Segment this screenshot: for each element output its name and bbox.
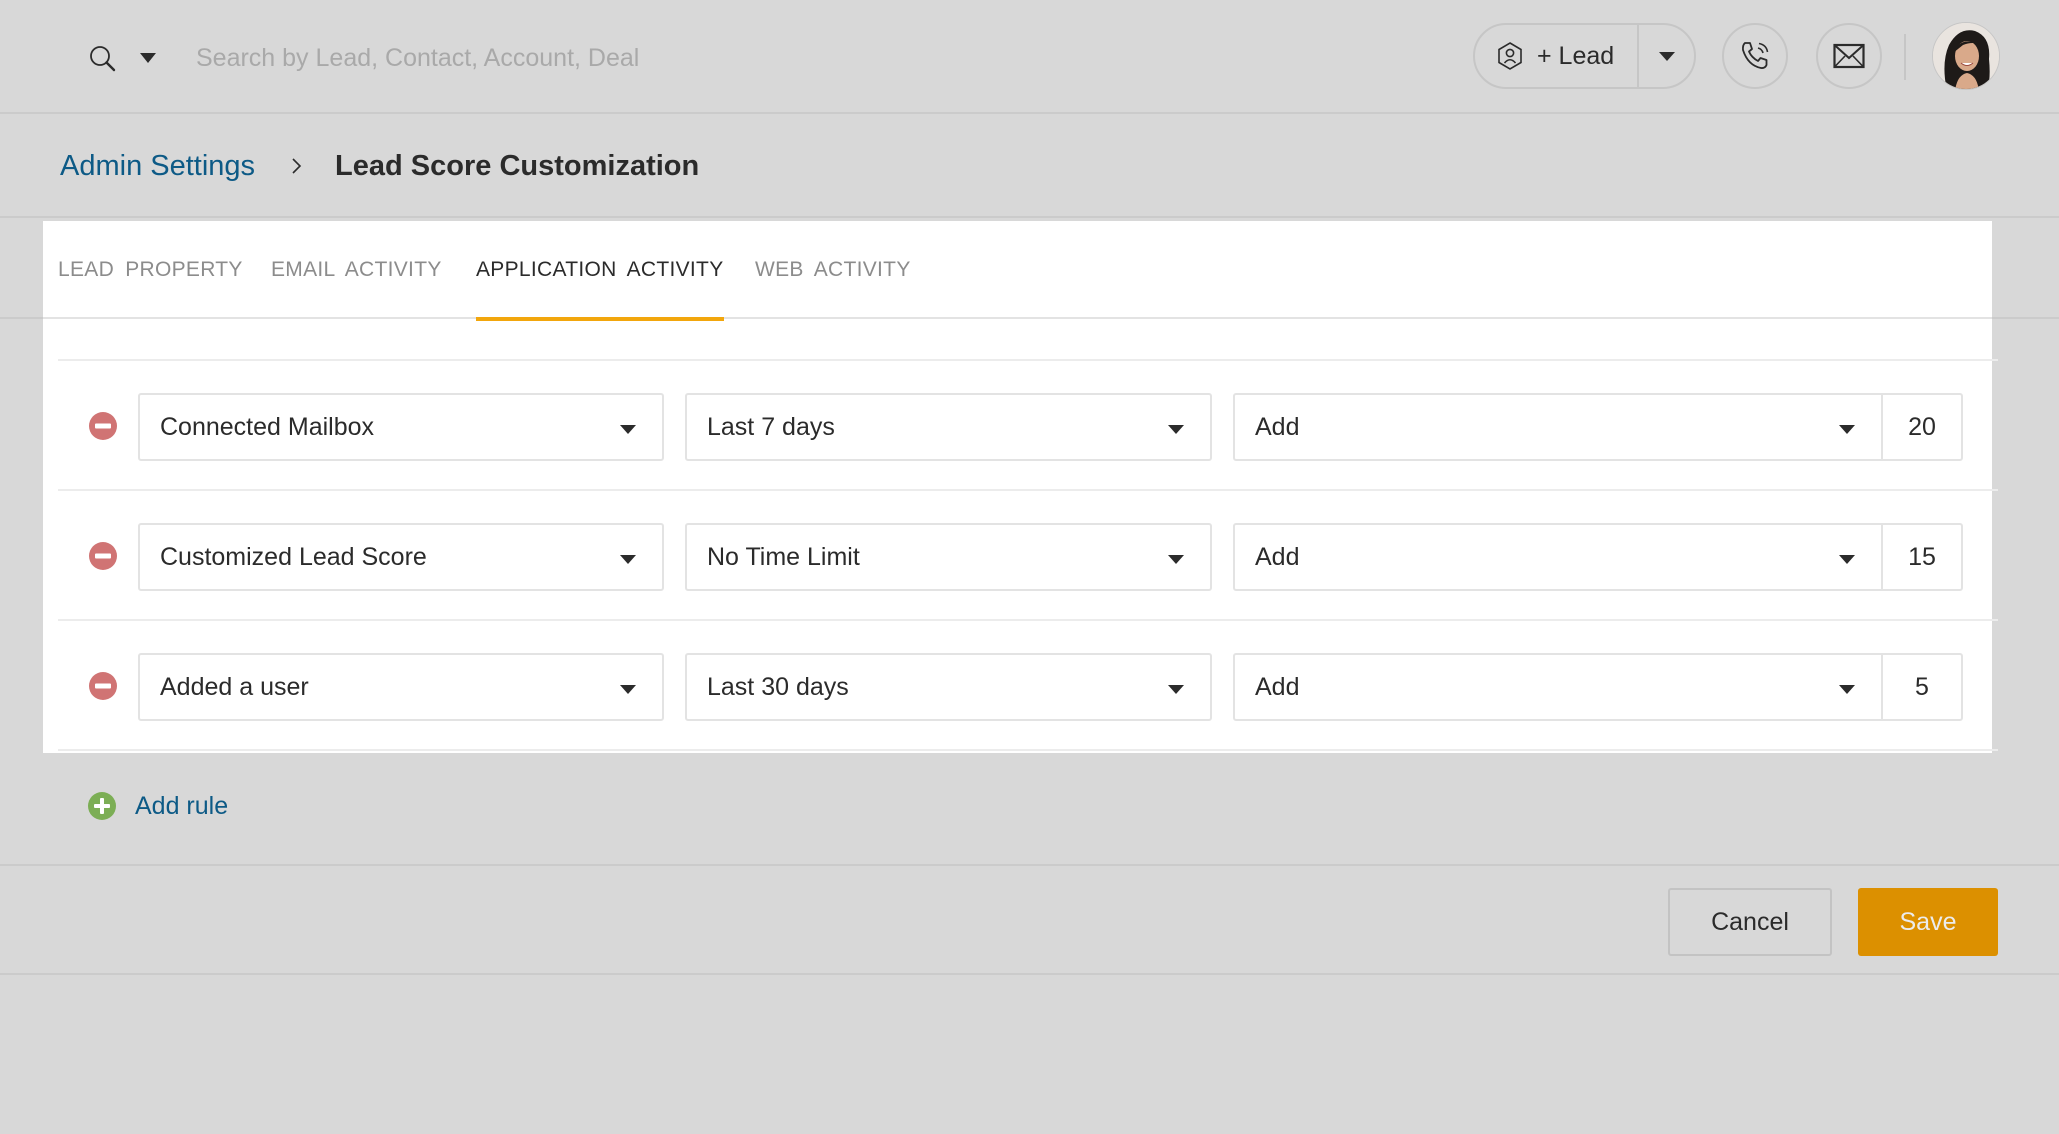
search-scope-dropdown[interactable] <box>140 53 156 63</box>
add-lead-dropdown[interactable] <box>1639 25 1694 87</box>
chevron-down-icon <box>1168 555 1184 564</box>
mail-icon <box>1833 43 1865 69</box>
operation-select-value: Add <box>1255 672 1300 701</box>
rule-row: Added a user Last 30 days Add <box>58 621 1998 751</box>
add-lead-label: + Lead <box>1537 41 1615 70</box>
add-rule-label: Add rule <box>135 791 229 820</box>
lead-score-rules-panel: LEAD PROPERTY EMAIL ACTIVITY APPLICATION… <box>43 221 1998 753</box>
activity-select[interactable]: Added a user <box>138 653 664 721</box>
chevron-down-icon <box>620 685 636 694</box>
page-title: Lead Score Customization <box>335 149 700 182</box>
operation-select[interactable]: Add <box>1233 523 1883 591</box>
cancel-button[interactable]: Cancel <box>1668 888 1832 956</box>
chevron-down-icon <box>620 555 636 564</box>
tab-web-activity[interactable]: WEB ACTIVITY <box>755 221 911 319</box>
user-avatar[interactable] <box>1932 22 2000 90</box>
time-range-select-value: Last 30 days <box>707 672 849 701</box>
chevron-down-icon <box>1168 685 1184 694</box>
chevron-down-icon <box>1168 425 1184 434</box>
time-range-select-value: No Time Limit <box>707 542 860 571</box>
search-icon[interactable] <box>88 44 118 74</box>
remove-rule-icon[interactable] <box>88 671 118 701</box>
points-input[interactable] <box>1881 523 1963 591</box>
chevron-down-icon <box>1839 425 1855 434</box>
activity-select-value: Added a user <box>160 672 309 701</box>
time-range-select[interactable]: Last 30 days <box>685 653 1212 721</box>
chevron-down-icon <box>1839 685 1855 694</box>
add-rule-button[interactable]: Add rule <box>87 789 228 823</box>
remove-rule-icon[interactable] <box>88 411 118 441</box>
tab-lead-property[interactable]: LEAD PROPERTY <box>58 221 243 319</box>
call-button[interactable] <box>1722 23 1788 89</box>
global-search-input[interactable] <box>196 36 896 80</box>
time-range-select-value: Last 7 days <box>707 412 835 441</box>
operation-select[interactable]: Add <box>1233 653 1883 721</box>
chevron-right-icon <box>292 158 302 174</box>
tab-email-activity[interactable]: EMAIL ACTIVITY <box>271 221 442 319</box>
phone-icon <box>1742 42 1769 69</box>
top-header: + Lead <box>0 0 2059 114</box>
add-lead-split-button: + Lead <box>1473 23 1696 89</box>
activity-select[interactable]: Customized Lead Score <box>138 523 664 591</box>
lead-user-icon <box>1498 42 1522 70</box>
add-lead-button[interactable]: + Lead <box>1475 25 1639 87</box>
operation-select[interactable]: Add <box>1233 393 1883 461</box>
breadcrumb: Admin Settings Lead Score Customization <box>0 116 2059 218</box>
rule-row: Customized Lead Score No Time Limit Add <box>58 491 1998 621</box>
points-input[interactable] <box>1881 653 1963 721</box>
chevron-down-icon <box>620 425 636 434</box>
activity-select[interactable]: Connected Mailbox <box>138 393 664 461</box>
points-input[interactable] <box>1881 393 1963 461</box>
operation-select-value: Add <box>1255 412 1300 441</box>
header-divider <box>1904 34 1906 80</box>
avatar-image <box>1933 23 1999 89</box>
remove-rule-icon[interactable] <box>88 541 118 571</box>
activity-select-value: Customized Lead Score <box>160 542 427 571</box>
time-range-select[interactable]: No Time Limit <box>685 523 1212 591</box>
chevron-down-icon <box>1839 555 1855 564</box>
save-button[interactable]: Save <box>1858 888 1998 956</box>
operation-select-value: Add <box>1255 542 1300 571</box>
activity-tabs: LEAD PROPERTY EMAIL ACTIVITY APPLICATION… <box>43 221 1992 321</box>
tab-application-activity[interactable]: APPLICATION ACTIVITY <box>476 221 724 321</box>
form-footer: Cancel Save <box>0 864 2059 975</box>
activity-select-value: Connected Mailbox <box>160 412 375 441</box>
rule-row: Connected Mailbox Last 7 days Add <box>58 361 1998 491</box>
email-button[interactable] <box>1816 23 1882 89</box>
breadcrumb-admin-settings[interactable]: Admin Settings <box>60 150 255 183</box>
add-circle-icon <box>88 792 116 820</box>
time-range-select[interactable]: Last 7 days <box>685 393 1212 461</box>
chevron-down-icon <box>1658 51 1675 61</box>
